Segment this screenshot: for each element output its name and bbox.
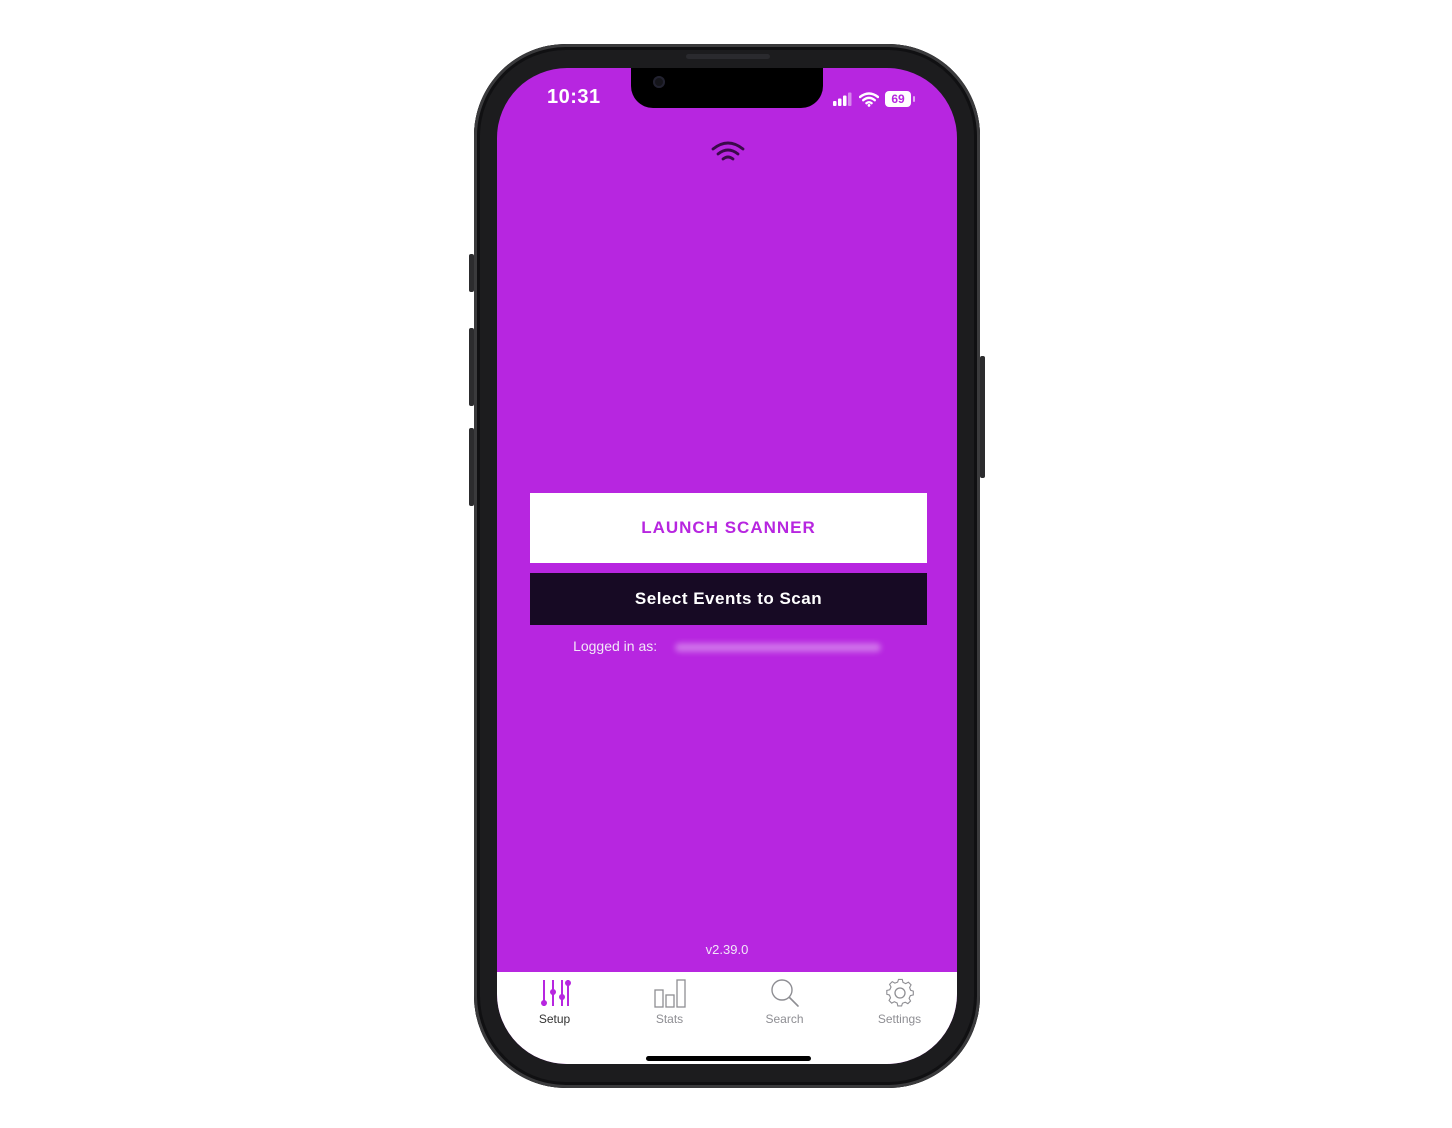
earpiece-speaker	[686, 54, 770, 59]
power-button	[980, 356, 985, 478]
gear-icon	[885, 978, 914, 1007]
launch-scanner-button[interactable]: LAUNCH SCANNER	[530, 493, 927, 563]
front-camera	[653, 76, 665, 88]
connection-wifi-icon	[711, 141, 745, 161]
tab-search-label: Search	[765, 1012, 804, 1026]
tab-stats-label: Stats	[655, 1012, 684, 1026]
select-events-button[interactable]: Select Events to Scan	[530, 573, 927, 625]
tab-settings-label: Settings	[877, 1012, 922, 1026]
tab-setup-label: Setup	[538, 1012, 571, 1026]
wifi-status-icon	[859, 91, 879, 107]
device-stage: 10:31 69 LAUNCH SCANNER Select Events to…	[0, 0, 1452, 1128]
status-time: 10:31	[547, 86, 601, 108]
status-indicators: 69	[833, 88, 915, 110]
magnifier-icon	[770, 979, 799, 1007]
redacted-email-blur	[674, 642, 881, 652]
logged-in-label: Logged in as:	[573, 638, 658, 654]
app-screen: 10:31 69 LAUNCH SCANNER Select Events to…	[497, 68, 957, 1064]
bar-chart-icon	[653, 979, 686, 1008]
home-indicator[interactable]	[646, 1056, 811, 1061]
notch	[631, 68, 823, 108]
tab-setup[interactable]: Setup	[497, 978, 612, 1034]
tab-stats[interactable]: Stats	[612, 978, 727, 1034]
logged-in-line: Logged in as:	[497, 638, 957, 654]
tab-settings[interactable]: Settings	[842, 978, 957, 1034]
tab-bar: Setup Stats Search Settings	[497, 972, 957, 1064]
sliders-icon	[540, 980, 571, 1006]
cellular-signal-icon	[833, 92, 852, 106]
tab-search[interactable]: Search	[727, 978, 842, 1034]
battery-icon: 69	[885, 91, 915, 107]
app-version: v2.39.0	[705, 942, 749, 957]
